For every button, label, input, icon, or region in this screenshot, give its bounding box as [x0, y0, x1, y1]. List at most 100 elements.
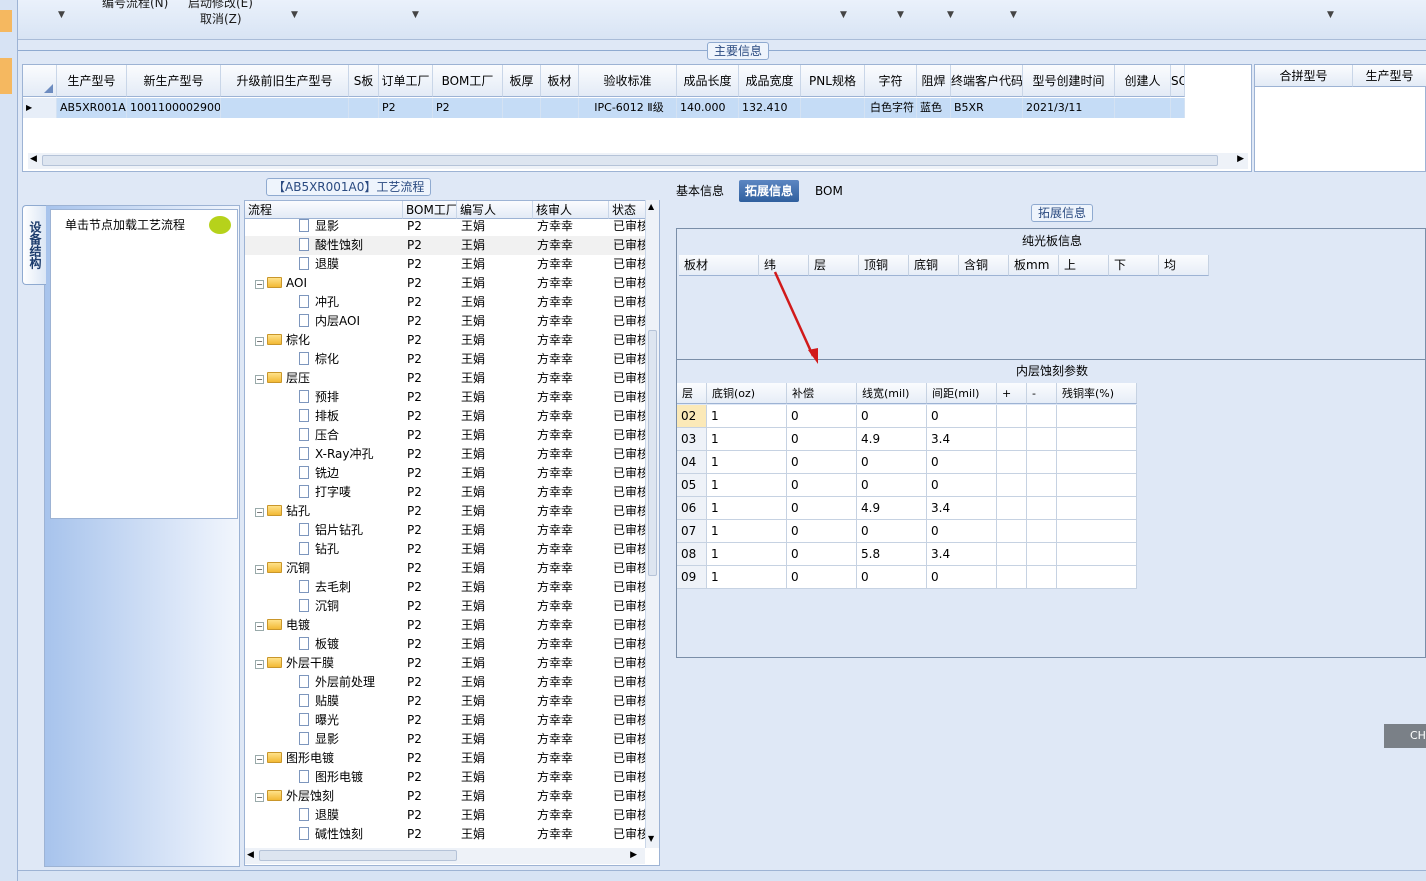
process-name[interactable]: 显影: [315, 219, 339, 233]
inner-etch-cell[interactable]: 1: [707, 566, 787, 589]
tree-row[interactable]: 显影 P2 王娟 方幸幸 已审核: [245, 217, 645, 236]
dropdown-arrow-icon[interactable]: ▼: [840, 10, 847, 20]
inner-etch-cell[interactable]: [997, 428, 1027, 451]
process-name[interactable]: 压合: [315, 428, 339, 442]
table-cell[interactable]: [503, 98, 541, 118]
table-cell[interactable]: B5XR: [951, 98, 1023, 118]
collapse-icon[interactable]: −: [255, 755, 264, 764]
process-name[interactable]: 碱性蚀刻: [315, 827, 363, 841]
layer-cell[interactable]: 09: [677, 566, 707, 589]
tree-row[interactable]: − 外层蚀刻 P2 王娟 方幸幸 已审核: [245, 787, 645, 806]
tree-row[interactable]: − AOI P2 王娟 方幸幸 已审核: [245, 274, 645, 293]
process-name[interactable]: 去毛刺: [315, 580, 351, 594]
tree-row[interactable]: 曝光 P2 王娟 方幸幸 已审核: [245, 711, 645, 730]
table-cell[interactable]: P2: [433, 98, 503, 118]
process-name[interactable]: 图形电镀: [286, 751, 334, 765]
table-cell[interactable]: [349, 98, 379, 118]
ime-indicator[interactable]: CH: [1384, 724, 1426, 748]
tab-extended-info[interactable]: 拓展信息: [739, 180, 800, 202]
inner-etch-column-header[interactable]: 底铜(oz): [707, 383, 787, 404]
table-cell[interactable]: [1171, 98, 1185, 118]
comment-icon[interactable]: [209, 216, 231, 234]
column-header[interactable]: 字符: [865, 65, 917, 97]
inner-etch-cell[interactable]: 0: [787, 520, 857, 543]
process-name[interactable]: 退膜: [315, 257, 339, 271]
process-name[interactable]: 钻孔: [286, 504, 310, 518]
inner-etch-cell[interactable]: [997, 405, 1027, 428]
inner-etch-cell[interactable]: 0: [857, 474, 927, 497]
collapse-icon[interactable]: −: [255, 565, 264, 574]
column-header[interactable]: 创建人: [1115, 65, 1171, 97]
inner-etch-cell[interactable]: [1057, 520, 1137, 543]
process-name[interactable]: 打字唛: [315, 485, 351, 499]
inner-etch-column-header[interactable]: -: [1027, 383, 1057, 404]
inner-etch-cell[interactable]: [997, 520, 1027, 543]
layer-cell[interactable]: 08: [677, 543, 707, 566]
bare-board-column-header[interactable]: 均: [1159, 255, 1209, 276]
inner-etch-cell[interactable]: 4.9: [857, 428, 927, 451]
layer-cell[interactable]: 05: [677, 474, 707, 497]
process-name[interactable]: 外层前处理: [315, 675, 375, 689]
tree-row[interactable]: − 棕化 P2 王娟 方幸幸 已审核: [245, 331, 645, 350]
table-cell[interactable]: [541, 98, 579, 118]
column-header[interactable]: 终端客户代码: [951, 65, 1023, 97]
tree-row[interactable]: 铣边 P2 王娟 方幸幸 已审核: [245, 464, 645, 483]
inner-etch-column-header[interactable]: 线宽(mil): [857, 383, 927, 404]
inner-etch-cell[interactable]: [1057, 566, 1137, 589]
column-header[interactable]: 阻焊: [917, 65, 951, 97]
process-name[interactable]: AOI: [286, 276, 307, 290]
process-name[interactable]: 内层AOI: [315, 314, 360, 328]
tree-row[interactable]: 显影 P2 王娟 方幸幸 已审核: [245, 730, 645, 749]
tree-row[interactable]: − 沉铜 P2 王娟 方幸幸 已审核: [245, 559, 645, 578]
inner-etch-cell[interactable]: [1057, 474, 1137, 497]
inner-etch-column-header[interactable]: 层: [677, 383, 707, 404]
tree-row[interactable]: − 图形电镀 P2 王娟 方幸幸 已审核: [245, 749, 645, 768]
tree-row[interactable]: − 钻孔 P2 王娟 方幸幸 已审核: [245, 502, 645, 521]
process-name[interactable]: 沉铜: [315, 599, 339, 613]
inner-etch-cell[interactable]: [1027, 428, 1057, 451]
main-grid-horizontal-scrollbar[interactable]: ◀ ▶: [28, 153, 1248, 169]
inner-etch-cell[interactable]: [1027, 543, 1057, 566]
table-cell[interactable]: [801, 98, 865, 118]
process-name[interactable]: 曝光: [315, 713, 339, 727]
inner-etch-cell[interactable]: [1027, 497, 1057, 520]
scroll-thumb[interactable]: [648, 330, 657, 576]
tree-row[interactable]: − 外层干膜 P2 王娟 方幸幸 已审核: [245, 654, 645, 673]
bare-board-column-header[interactable]: 含铜: [959, 255, 1009, 276]
bare-board-column-header[interactable]: 底铜: [909, 255, 959, 276]
tree-row[interactable]: − 层压 P2 王娟 方幸幸 已审核: [245, 369, 645, 388]
table-cell[interactable]: AB5XR001A0: [57, 98, 127, 118]
tree-row[interactable]: X-Ray冲孔 P2 王娟 方幸幸 已审核: [245, 445, 645, 464]
column-header[interactable]: PNL规格: [801, 65, 865, 97]
inner-etch-cell[interactable]: 0: [787, 566, 857, 589]
bare-board-column-header[interactable]: 下: [1109, 255, 1159, 276]
inner-etch-cell[interactable]: 1: [707, 405, 787, 428]
layer-cell[interactable]: 02: [677, 405, 707, 428]
inner-etch-cell[interactable]: [997, 474, 1027, 497]
bare-board-column-header[interactable]: 顶铜: [859, 255, 909, 276]
dropdown-arrow-icon[interactable]: ▼: [897, 10, 904, 20]
table-cell[interactable]: 132.410: [739, 98, 801, 118]
tree-row[interactable]: 图形电镀 P2 王娟 方幸幸 已审核: [245, 768, 645, 787]
collapse-icon[interactable]: −: [255, 660, 264, 669]
inner-etch-cell[interactable]: [1027, 566, 1057, 589]
inner-etch-cell[interactable]: 0: [857, 566, 927, 589]
tab-basic-info[interactable]: 基本信息: [670, 180, 730, 202]
scroll-left-icon[interactable]: ◀: [30, 154, 37, 164]
inner-etch-cell[interactable]: 5.8: [857, 543, 927, 566]
process-vertical-scrollbar[interactable]: ▲ ▼: [645, 200, 659, 848]
collapse-icon[interactable]: −: [255, 280, 264, 289]
process-horizontal-scrollbar[interactable]: ◀ ▶: [245, 848, 645, 864]
inner-etch-column-header[interactable]: +: [997, 383, 1027, 404]
collapse-icon[interactable]: −: [255, 375, 264, 384]
tree-row[interactable]: 钻孔 P2 王娟 方幸幸 已审核: [245, 540, 645, 559]
inner-etch-cell[interactable]: 0: [857, 405, 927, 428]
layer-cell[interactable]: 06: [677, 497, 707, 520]
tree-row[interactable]: 沉铜 P2 王娟 方幸幸 已审核: [245, 597, 645, 616]
bare-board-column-header[interactable]: 上: [1059, 255, 1109, 276]
tree-row[interactable]: 去毛刺 P2 王娟 方幸幸 已审核: [245, 578, 645, 597]
dropdown-arrow-icon[interactable]: ▼: [947, 10, 954, 20]
process-name[interactable]: 显影: [315, 732, 339, 746]
inner-etch-cell[interactable]: 0: [927, 566, 997, 589]
collapse-icon[interactable]: −: [255, 622, 264, 631]
